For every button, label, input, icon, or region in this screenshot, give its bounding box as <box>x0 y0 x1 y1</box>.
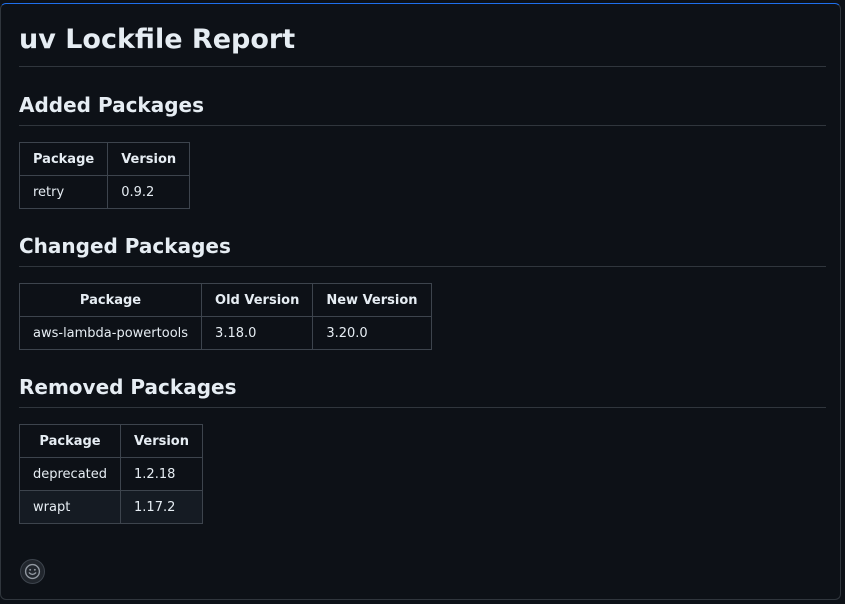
old-version: 3.18.0 <box>201 316 314 350</box>
column-header: Package <box>18 283 203 317</box>
table-header-row: Package Old Version New Version <box>18 283 432 317</box>
added-table: Package Version retry 0.9.2 <box>18 142 191 209</box>
column-header: New Version <box>312 283 432 317</box>
new-version: 3.20.0 <box>312 316 432 350</box>
package-name: retry <box>18 175 109 209</box>
add-reaction-button[interactable] <box>20 559 45 584</box>
package-version: 1.2.18 <box>120 457 203 491</box>
removed-heading: Removed Packages <box>19 373 826 408</box>
report-content: uv Lockfile Report Added Packages Packag… <box>18 4 826 524</box>
package-version: 0.9.2 <box>107 175 191 209</box>
table-header-row: Package Version <box>18 424 203 458</box>
changed-heading: Changed Packages <box>19 232 826 267</box>
table-row: aws-lambda-powertools 3.18.0 3.20.0 <box>18 316 432 350</box>
page-title: uv Lockfile Report <box>19 4 826 67</box>
package-name: wrapt <box>18 490 122 524</box>
changed-table: Package Old Version New Version aws-lamb… <box>18 283 432 350</box>
package-name: deprecated <box>18 457 122 491</box>
smiley-icon <box>24 563 41 580</box>
table-row: wrapt 1.17.2 <box>18 490 203 524</box>
column-header: Old Version <box>201 283 314 317</box>
package-version: 1.17.2 <box>120 490 203 524</box>
column-header: Package <box>18 142 109 176</box>
package-name: aws-lambda-powertools <box>18 316 203 350</box>
added-heading: Added Packages <box>19 91 826 126</box>
table-row: retry 0.9.2 <box>18 175 191 209</box>
removed-table: Package Version deprecated 1.2.18 wrapt … <box>18 424 203 524</box>
table-header-row: Package Version <box>18 142 191 176</box>
table-row: deprecated 1.2.18 <box>18 457 203 491</box>
report-container: uv Lockfile Report Added Packages Packag… <box>0 3 841 600</box>
column-header: Version <box>120 424 203 458</box>
column-header: Version <box>107 142 191 176</box>
column-header: Package <box>18 424 122 458</box>
